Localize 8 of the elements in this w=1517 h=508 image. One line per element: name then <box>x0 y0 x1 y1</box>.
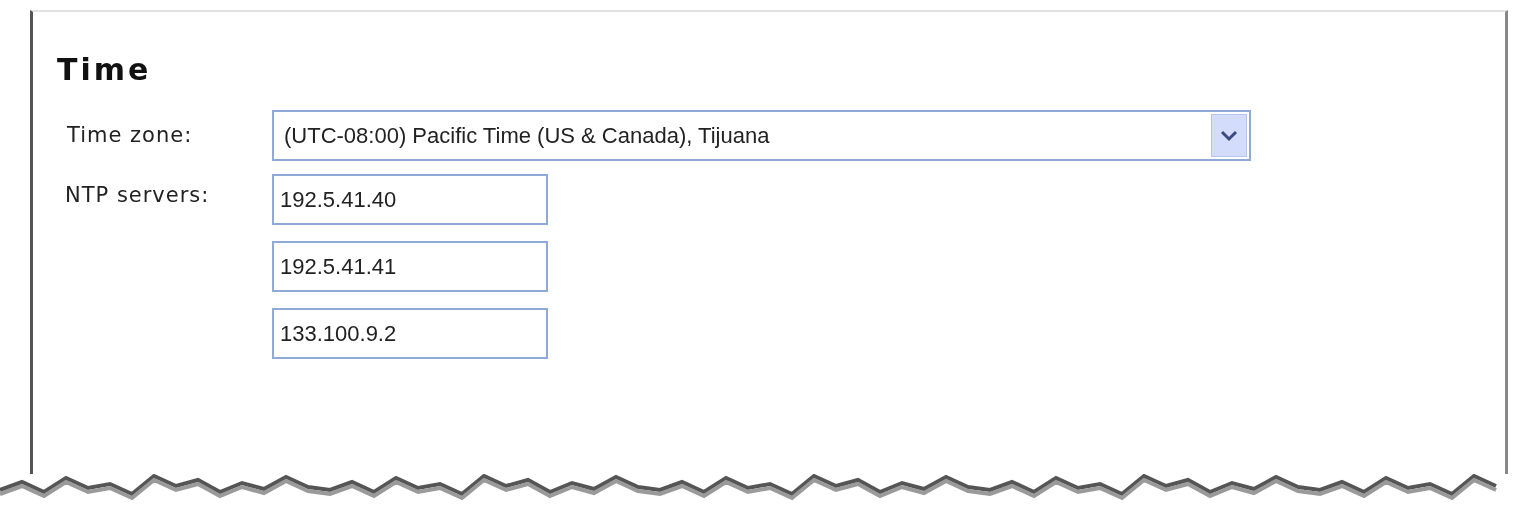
ntp-server-field[interactable]: 192.5.41.41 <box>272 241 548 292</box>
dropdown-caret-icon[interactable] <box>1211 114 1247 157</box>
ntp-server-field[interactable]: 192.5.41.40 <box>272 174 548 225</box>
section-title: Time <box>57 52 153 88</box>
ntp-server-field[interactable]: 133.100.9.2 <box>272 308 548 359</box>
field-label: NTP servers: <box>64 182 211 209</box>
time-zone-dropdown[interactable]: (UTC-08:00) Pacific Time (US & Canada), Tijuana <box>272 110 1251 161</box>
field-label: Time zone: <box>66 121 194 149</box>
